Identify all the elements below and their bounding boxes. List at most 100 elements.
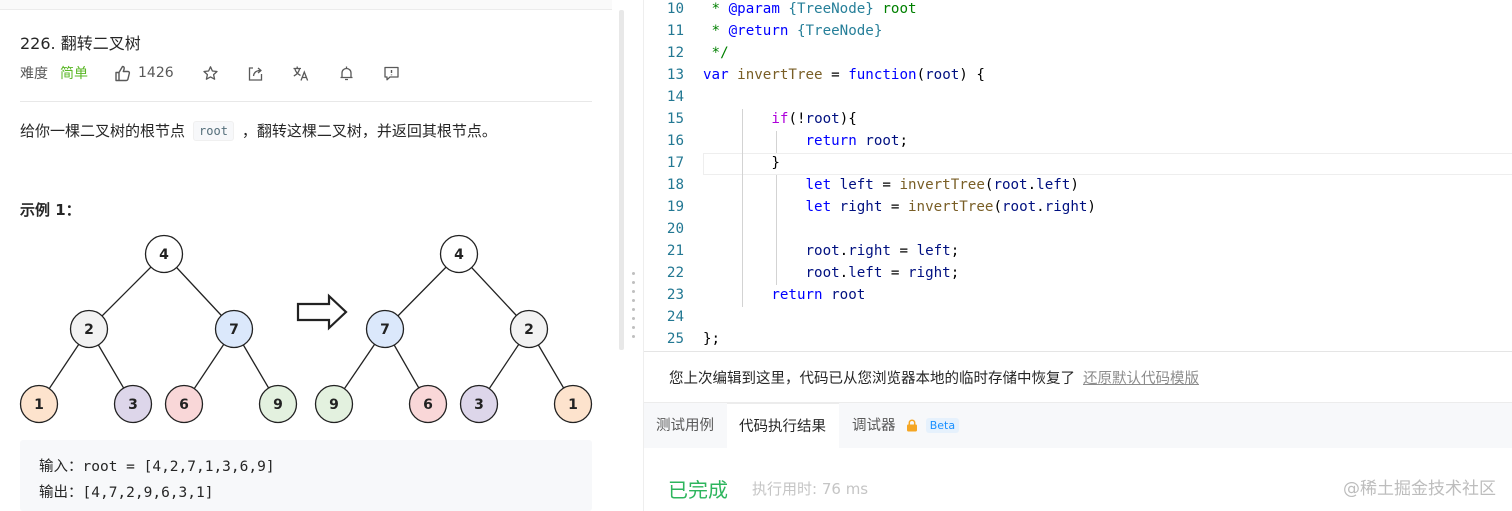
line-number: 22 [666, 265, 684, 281]
code-line[interactable]: 21 root.right = left; [644, 240, 1512, 262]
problem-title: 226. 翻转二叉树 [20, 34, 141, 53]
tree-node: 3 [459, 384, 499, 424]
runtime-info: 执行用时: 76 ms [752, 478, 868, 499]
line-number: 13 [666, 67, 684, 83]
runtime-value: 76 ms [821, 480, 869, 498]
line-number: 20 [666, 221, 684, 237]
code-editor[interactable]: 10 * @param {TreeNode} root 11 * @return … [644, 0, 1512, 352]
tree-node: 6 [408, 384, 448, 424]
desc-text-before: 给你一棵二叉树的根节点 [20, 122, 186, 140]
code-text[interactable]: root.left = right; [703, 262, 960, 284]
svg-text:2: 2 [84, 322, 94, 338]
svg-text:6: 6 [423, 397, 433, 413]
star-icon[interactable] [202, 65, 219, 82]
example-input: 输入：root = [4,2,7,1,3,6,9] [39, 459, 275, 475]
line-number: 21 [666, 243, 684, 259]
tree-node: 2 [509, 309, 549, 349]
svg-text:7: 7 [229, 322, 239, 338]
tree-node: 7 [214, 309, 254, 349]
code-text[interactable]: root.right = left; [703, 240, 960, 262]
problem-meta: 难度 简单 1426 [20, 62, 400, 84]
pane-splitter[interactable] [612, 0, 644, 511]
tab-debugger[interactable]: 调试器 Beta [840, 403, 971, 449]
code-text[interactable]: if(!root){ [703, 108, 856, 130]
code-line[interactable]: 23 return root [644, 284, 1512, 306]
code-line[interactable]: 20 [644, 218, 1512, 240]
code-text[interactable]: var invertTree = function(root) { [703, 64, 985, 86]
thumbs-up-icon[interactable] [114, 65, 131, 82]
code-text[interactable]: let left = invertTree(root.left) [703, 174, 1079, 196]
line-number: 12 [666, 45, 684, 61]
example-output: 输出：[4,7,2,9,6,3,1] [39, 485, 214, 501]
feedback-icon[interactable] [383, 65, 400, 82]
line-number: 10 [666, 1, 684, 17]
svg-text:9: 9 [329, 397, 339, 413]
code-text[interactable]: let right = invertTree(root.right) [703, 196, 1096, 218]
restore-default-code-link[interactable]: 还原默认代码模版 [1083, 367, 1199, 388]
code-line[interactable]: 17 } [644, 152, 1512, 174]
meta-divider [20, 101, 592, 102]
share-icon[interactable] [247, 65, 264, 82]
code-line[interactable]: 12 */ [644, 42, 1512, 64]
code-text[interactable]: return root; [703, 130, 909, 152]
code-text[interactable]: return root [703, 284, 865, 306]
svg-text:4: 4 [454, 247, 464, 263]
run-status: 已完成 [668, 478, 728, 502]
line-number: 14 [666, 89, 684, 105]
tree-node: 1 [553, 384, 593, 424]
line-number: 24 [666, 309, 684, 325]
code-text[interactable]: }; [703, 328, 720, 350]
code-text[interactable]: */ [703, 42, 729, 64]
code-line[interactable]: 14 [644, 86, 1512, 108]
code-line[interactable]: 16 return root; [644, 130, 1512, 152]
code-line[interactable]: 18 let left = invertTree(root.left) [644, 174, 1512, 196]
code-line[interactable]: 24 [644, 306, 1512, 328]
arrow-right-icon [296, 293, 348, 331]
tree-node: 4 [144, 234, 184, 274]
svg-text:7: 7 [380, 322, 390, 338]
tab-test-cases[interactable]: 测试用例 [644, 403, 726, 449]
svg-text:1: 1 [568, 397, 578, 413]
code-line[interactable]: 25}; [644, 328, 1512, 350]
watermark: @稀土掘金技术社区 [1343, 479, 1496, 499]
like-count: 1426 [138, 65, 174, 81]
code-text[interactable]: * @param {TreeNode} root [703, 0, 917, 20]
bell-icon[interactable] [338, 65, 355, 82]
lock-icon [907, 419, 918, 432]
svg-text:9: 9 [273, 397, 283, 413]
code-line[interactable]: 19 let right = invertTree(root.right) [644, 196, 1512, 218]
line-number: 15 [666, 111, 684, 127]
line-number: 18 [666, 177, 684, 193]
example-title: 示例 1： [20, 201, 81, 219]
scrollbar[interactable] [619, 10, 624, 350]
line-number: 25 [666, 331, 684, 347]
beta-badge: Beta [925, 418, 960, 433]
panel-top-edge [0, 0, 612, 10]
runtime-label: 执行用时: [752, 480, 818, 498]
code-line[interactable]: 15 if(!root){ [644, 108, 1512, 130]
code-line[interactable]: 22 root.left = right; [644, 262, 1512, 284]
tree-node: 4 [439, 234, 479, 274]
tree-node: 1 [19, 384, 59, 424]
leetcode-page: 226. 翻转二叉树 难度 简单 1426 给你一棵二叉树的根节点 root ，… [0, 0, 1512, 511]
code-text[interactable]: } [703, 152, 780, 174]
result-panel: 已完成 执行用时: 76 ms @稀土掘金技术社区 [644, 448, 1512, 511]
desc-inline-code: root [193, 120, 234, 141]
code-line[interactable]: 10 * @param {TreeNode} root [644, 0, 1512, 20]
line-number: 19 [666, 199, 684, 215]
desc-text-after: ，翻转这棵二叉树，并返回其根节点。 [241, 122, 497, 140]
code-line[interactable]: 11 * @return {TreeNode} [644, 20, 1512, 42]
drag-handle-icon[interactable] [632, 272, 635, 338]
example-tree-image: 4 2 7 1 3 6 9 4 7 2 9 6 3 1 [19, 234, 593, 424]
code-text[interactable]: * @return {TreeNode} [703, 20, 883, 42]
line-number: 16 [666, 133, 684, 149]
translate-icon[interactable] [292, 65, 310, 82]
tree-node: 6 [164, 384, 204, 424]
tree-node: 7 [365, 309, 405, 349]
code-line[interactable]: 13 var invertTree = function(root) { [644, 64, 1512, 86]
tree-node: 3 [113, 384, 153, 424]
restore-notice-text: 您上次编辑到这里，代码已从您浏览器本地的临时存储中恢复了 [669, 370, 1075, 387]
tab-run-result[interactable]: 代码执行结果 [727, 403, 839, 449]
tree-node: 9 [258, 384, 298, 424]
difficulty-badge: 简单 [60, 66, 88, 82]
